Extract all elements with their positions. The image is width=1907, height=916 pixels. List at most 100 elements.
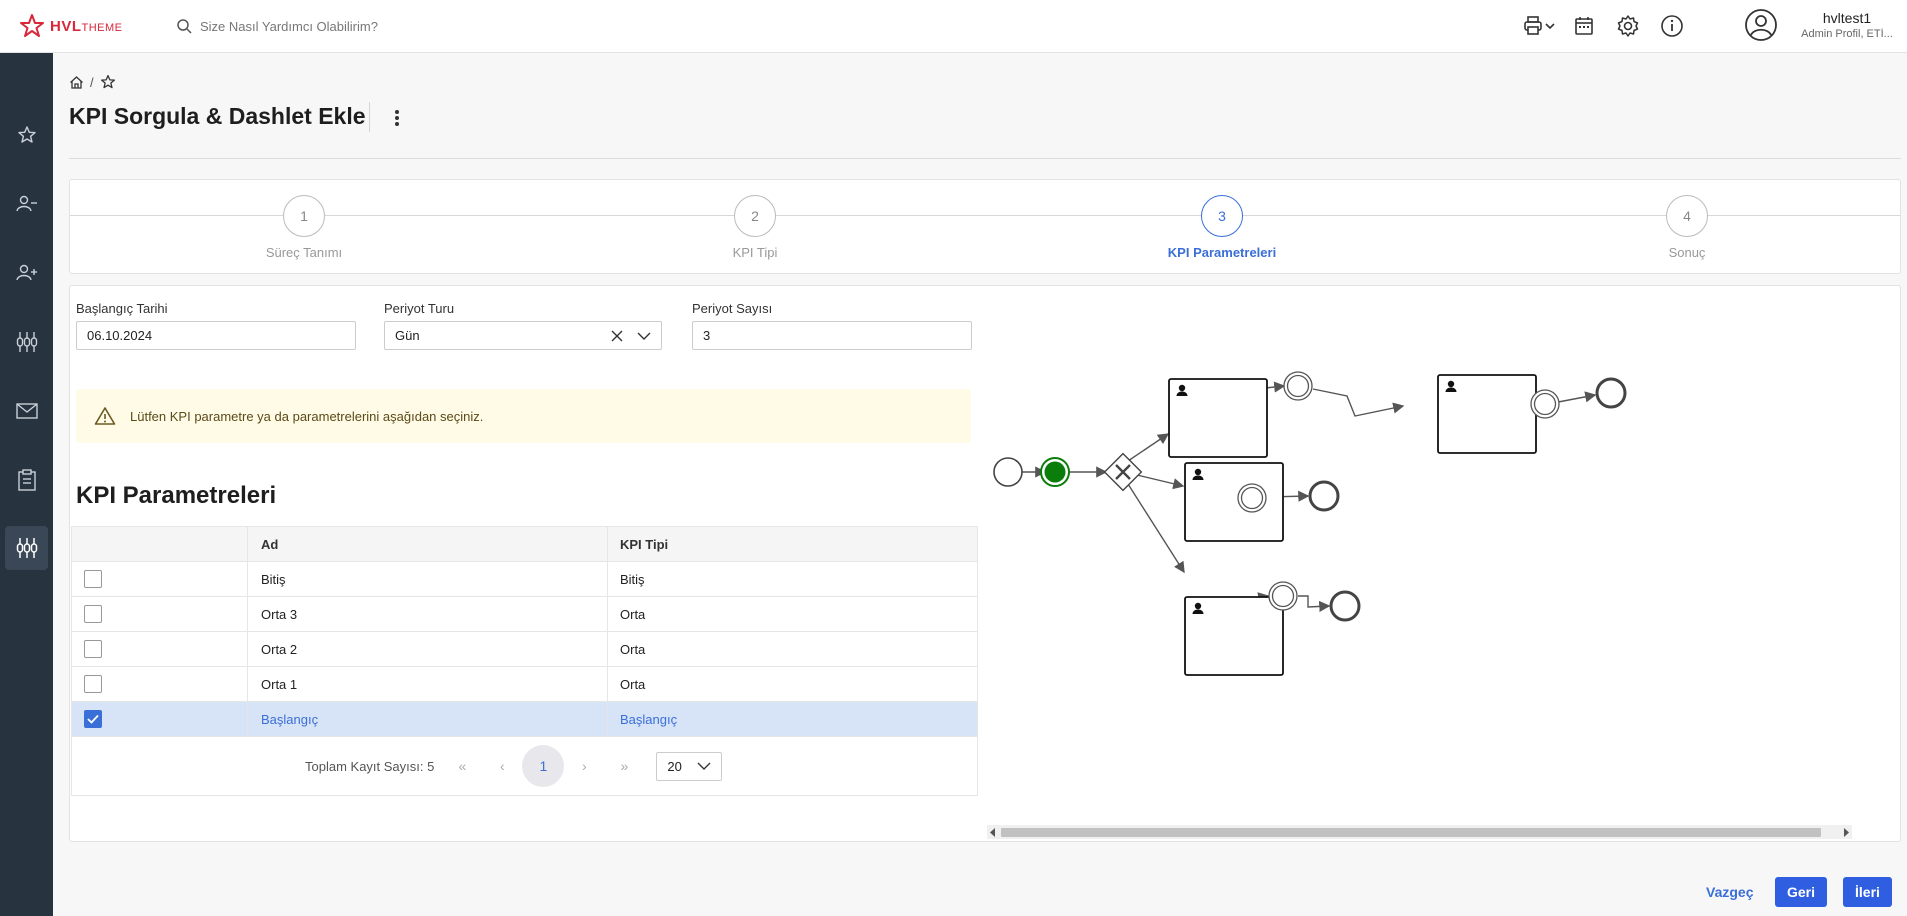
sidebar — [0, 53, 53, 916]
user-profile: Admin Profil, ETİ... — [1801, 28, 1893, 40]
row-checkbox[interactable] — [84, 605, 102, 623]
page-button-current[interactable]: 1 — [522, 745, 565, 787]
scrollbar-thumb[interactable] — [1001, 828, 1821, 837]
table-row[interactable]: Orta 1 Orta — [72, 667, 977, 702]
exclusive-gateway — [1103, 452, 1143, 492]
search-box[interactable] — [176, 14, 656, 38]
step-label: Süreç Tanımı — [265, 245, 343, 260]
kebab-menu-icon — [395, 110, 399, 126]
home-icon[interactable] — [69, 75, 84, 90]
table-row[interactable]: Orta 3 Orta — [72, 597, 977, 632]
scroll-left-icon[interactable] — [989, 828, 997, 837]
step-number: 2 — [734, 195, 776, 237]
end-event — [1329, 590, 1361, 622]
back-button[interactable]: Geri — [1775, 877, 1828, 907]
search-input[interactable] — [200, 18, 620, 34]
sidebar-item-processes[interactable] — [5, 320, 48, 364]
period-count-label: Periyot Sayısı — [692, 301, 773, 316]
user-name: hvltest1 — [1822, 10, 1872, 26]
next-label: İleri — [1843, 877, 1892, 907]
chevron-down-icon[interactable] — [637, 331, 651, 341]
scroll-right-icon[interactable] — [1842, 828, 1850, 837]
next-page-button[interactable]: › — [564, 746, 604, 786]
chevron-down-icon — [697, 762, 711, 770]
end-event — [1308, 480, 1340, 512]
row-checkbox[interactable] — [84, 675, 102, 693]
brand-suffix: THEME — [81, 21, 123, 34]
printer-icon — [1524, 16, 1555, 35]
row-checkbox[interactable] — [84, 570, 102, 588]
page-size-value: 20 — [667, 758, 682, 774]
clear-icon[interactable] — [611, 330, 623, 342]
info-icon — [1661, 15, 1683, 37]
star-logo-icon — [20, 14, 44, 37]
select-column-header — [72, 527, 248, 561]
table-row[interactable]: Bitiş Bitiş — [72, 562, 977, 597]
next-button[interactable]: İleri — [1843, 877, 1892, 907]
start-date-field: Başlangıç Tarihi 06.10.2024 — [76, 301, 356, 350]
intermediate-event — [1237, 483, 1267, 513]
section-title: KPI Parametreleri — [76, 482, 277, 509]
step-number: 4 — [1666, 195, 1708, 237]
brand-name: HVLTHEME — [50, 18, 123, 35]
users-icon — [15, 195, 37, 212]
last-page-button[interactable]: » — [604, 746, 644, 786]
user-task — [1184, 462, 1284, 542]
print-menu-button[interactable] — [1518, 12, 1562, 40]
step-3[interactable]: 3 KPI Parametreleri — [1122, 195, 1322, 260]
sequence-flow — [1127, 483, 1185, 574]
sidebar-item-kpi[interactable] — [5, 526, 48, 570]
star-icon[interactable] — [100, 74, 116, 90]
row-checkbox[interactable] — [84, 640, 102, 658]
cell-kpi-type: Orta — [620, 606, 646, 622]
settings-button[interactable] — [1606, 12, 1650, 40]
top-bar: HVLTHEME hvltest1 Admin Profil, ETİ... — [0, 0, 1907, 53]
period-type-select[interactable]: Gün — [384, 321, 662, 350]
column-header-name[interactable]: Ad — [248, 527, 608, 561]
table-row[interactable]: Orta 2 Orta — [72, 632, 977, 667]
step-number: 3 — [1201, 195, 1243, 237]
step-4[interactable]: 4 Sonuç — [1587, 195, 1787, 260]
more-actions-button[interactable] — [387, 104, 407, 132]
calendar-button[interactable] — [1562, 12, 1606, 40]
column-header-kpi-type[interactable]: KPI Tipi — [608, 527, 977, 561]
cell-kpi-type: Başlangıç — [620, 711, 678, 727]
sidebar-item-groups[interactable] — [5, 251, 48, 295]
cancel-button[interactable]: Vazgeç — [1706, 877, 1753, 907]
clipboard-icon — [17, 469, 36, 491]
process-diagram — [993, 371, 1627, 676]
first-page-button[interactable]: « — [442, 746, 482, 786]
step-label: KPI Parametreleri — [1167, 245, 1277, 260]
user-task — [1437, 374, 1537, 454]
row-checkbox-checked[interactable] — [84, 710, 102, 728]
cell-kpi-type: Orta — [620, 676, 646, 692]
cell-name: Bitiş — [248, 562, 608, 596]
sidebar-item-messages[interactable] — [5, 389, 48, 433]
prev-page-button[interactable]: ‹ — [482, 746, 522, 786]
stepper: 1 Süreç Tanımı 2 KPI Tipi 3 KPI Parametr… — [69, 179, 1901, 274]
cell-kpi-type: Orta — [620, 641, 646, 657]
table-row-selected[interactable]: Başlangıç Başlangıç — [72, 702, 977, 737]
sidebar-item-users[interactable] — [5, 182, 48, 226]
start-date-input[interactable]: 06.10.2024 — [76, 321, 356, 350]
logo[interactable]: HVLTHEME — [18, 12, 123, 40]
step-1[interactable]: 1 Süreç Tanımı — [204, 195, 404, 260]
diagram-horizontal-scrollbar[interactable] — [987, 825, 1852, 839]
cancel-label: Vazgeç — [1706, 884, 1754, 900]
step-2[interactable]: 2 KPI Tipi — [655, 195, 855, 260]
pagination: Toplam Kayıt Sayısı: 5 « ‹ 1 › » 20 — [72, 737, 977, 795]
sidebar-item-tasks[interactable] — [5, 458, 48, 502]
process-icon — [16, 538, 37, 558]
info-button[interactable] — [1650, 12, 1694, 40]
period-count-input[interactable]: 3 — [692, 321, 972, 350]
search-icon — [177, 19, 192, 34]
user-avatar-icon — [1745, 9, 1777, 41]
page-size-select[interactable]: 20 — [656, 751, 723, 781]
step-label: Sonuç — [1668, 245, 1706, 260]
kpi-parameters-table: Ad KPI Tipi Bitiş Bitiş Orta 3 Orta Orta… — [71, 526, 978, 796]
user-menu[interactable]: hvltest1 Admin Profil, ETİ... — [1744, 8, 1902, 42]
step-label: KPI Tipi — [732, 245, 778, 260]
period-type-field: Periyot Turu Gün — [384, 301, 662, 350]
back-label: Geri — [1775, 877, 1828, 907]
sidebar-item-favorites[interactable] — [5, 113, 48, 157]
